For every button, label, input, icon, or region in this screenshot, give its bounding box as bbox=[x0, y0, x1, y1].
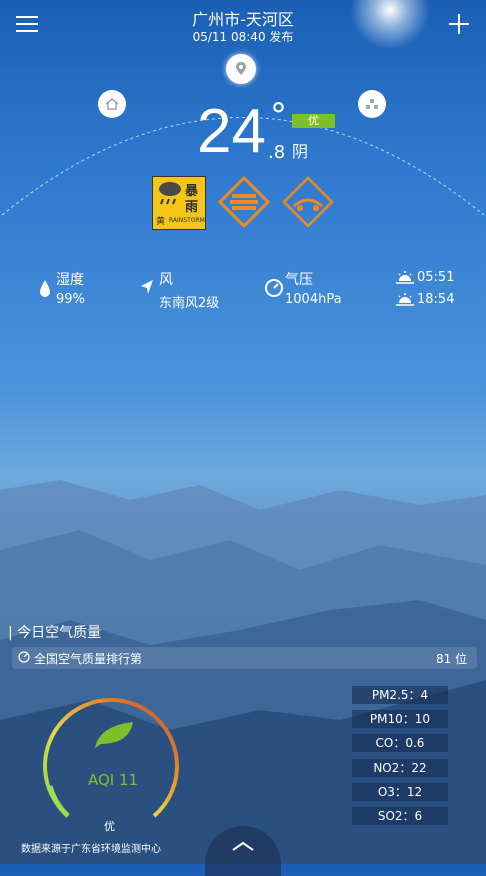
ranking-value: 81 位 bbox=[436, 652, 468, 666]
sunset-time: 18:54 bbox=[417, 292, 455, 307]
temperature-decimal: .8 bbox=[268, 142, 286, 163]
ranking-icon bbox=[18, 651, 30, 666]
air-quality-title: | 今日空气质量 bbox=[8, 625, 102, 641]
pollutant-no2[interactable]: NO2：22 bbox=[352, 759, 448, 777]
degree-symbol: ° bbox=[270, 96, 287, 136]
sunset-icon bbox=[396, 291, 414, 310]
air-quality-ranking[interactable]: 全国空气质量排行第 81 位 bbox=[12, 647, 477, 669]
chevron-up-icon bbox=[232, 841, 254, 851]
pressure-gauge-icon bbox=[264, 278, 284, 302]
humidity-label: 湿度 bbox=[56, 272, 84, 288]
publish-time: 05/11 08:40 发布 bbox=[192, 30, 294, 44]
plus-icon[interactable] bbox=[449, 14, 469, 34]
wind-direction-icon bbox=[139, 278, 155, 300]
pollutant-so2[interactable]: SO2：6 bbox=[352, 807, 448, 825]
rainstorm-warning-icon[interactable]: 暴 雨 黄 RAINSTORM bbox=[152, 176, 206, 230]
attractions-icon[interactable] bbox=[358, 90, 386, 118]
wind-label: 风 bbox=[159, 272, 173, 288]
weather-condition: 阴 bbox=[292, 142, 309, 161]
home-icon[interactable] bbox=[98, 90, 126, 118]
current-temperature: 24 bbox=[197, 97, 266, 166]
leaf-icon bbox=[93, 720, 135, 754]
humidity-value: 99% bbox=[56, 292, 85, 307]
city-title[interactable]: 广州市-天河区 bbox=[0, 6, 486, 30]
sunrise-time: 05:51 bbox=[417, 270, 455, 285]
thunder-warning-icon[interactable] bbox=[217, 175, 271, 229]
ranking-label: 全国空气质量排行第 bbox=[34, 652, 143, 666]
traffic-warning-icon[interactable] bbox=[282, 176, 334, 228]
pollutant-co[interactable]: CO：0.6 bbox=[352, 734, 448, 752]
pressure-label: 气压 bbox=[285, 272, 313, 288]
aqi-value: AQI 11 bbox=[88, 771, 139, 789]
pressure-value: 1004hPa bbox=[285, 292, 342, 307]
wind-value: 东南风2级 bbox=[159, 296, 220, 311]
pollutant-pm10[interactable]: PM10：10 bbox=[352, 710, 448, 728]
aqi-badge[interactable]: 优 bbox=[292, 114, 335, 128]
aqi-level: 优 bbox=[104, 820, 115, 833]
sunrise-icon bbox=[396, 269, 414, 288]
water-drop-icon bbox=[38, 279, 52, 303]
data-source-note: 数据来源于广东省环境监测中心 bbox=[21, 844, 161, 855]
aqi-gauge[interactable] bbox=[38, 694, 184, 828]
pollutant-o3[interactable]: O3：12 bbox=[352, 783, 448, 801]
location-pin-icon[interactable] bbox=[226, 54, 256, 84]
pollutant-pm25[interactable]: PM2.5：4 bbox=[352, 686, 448, 704]
